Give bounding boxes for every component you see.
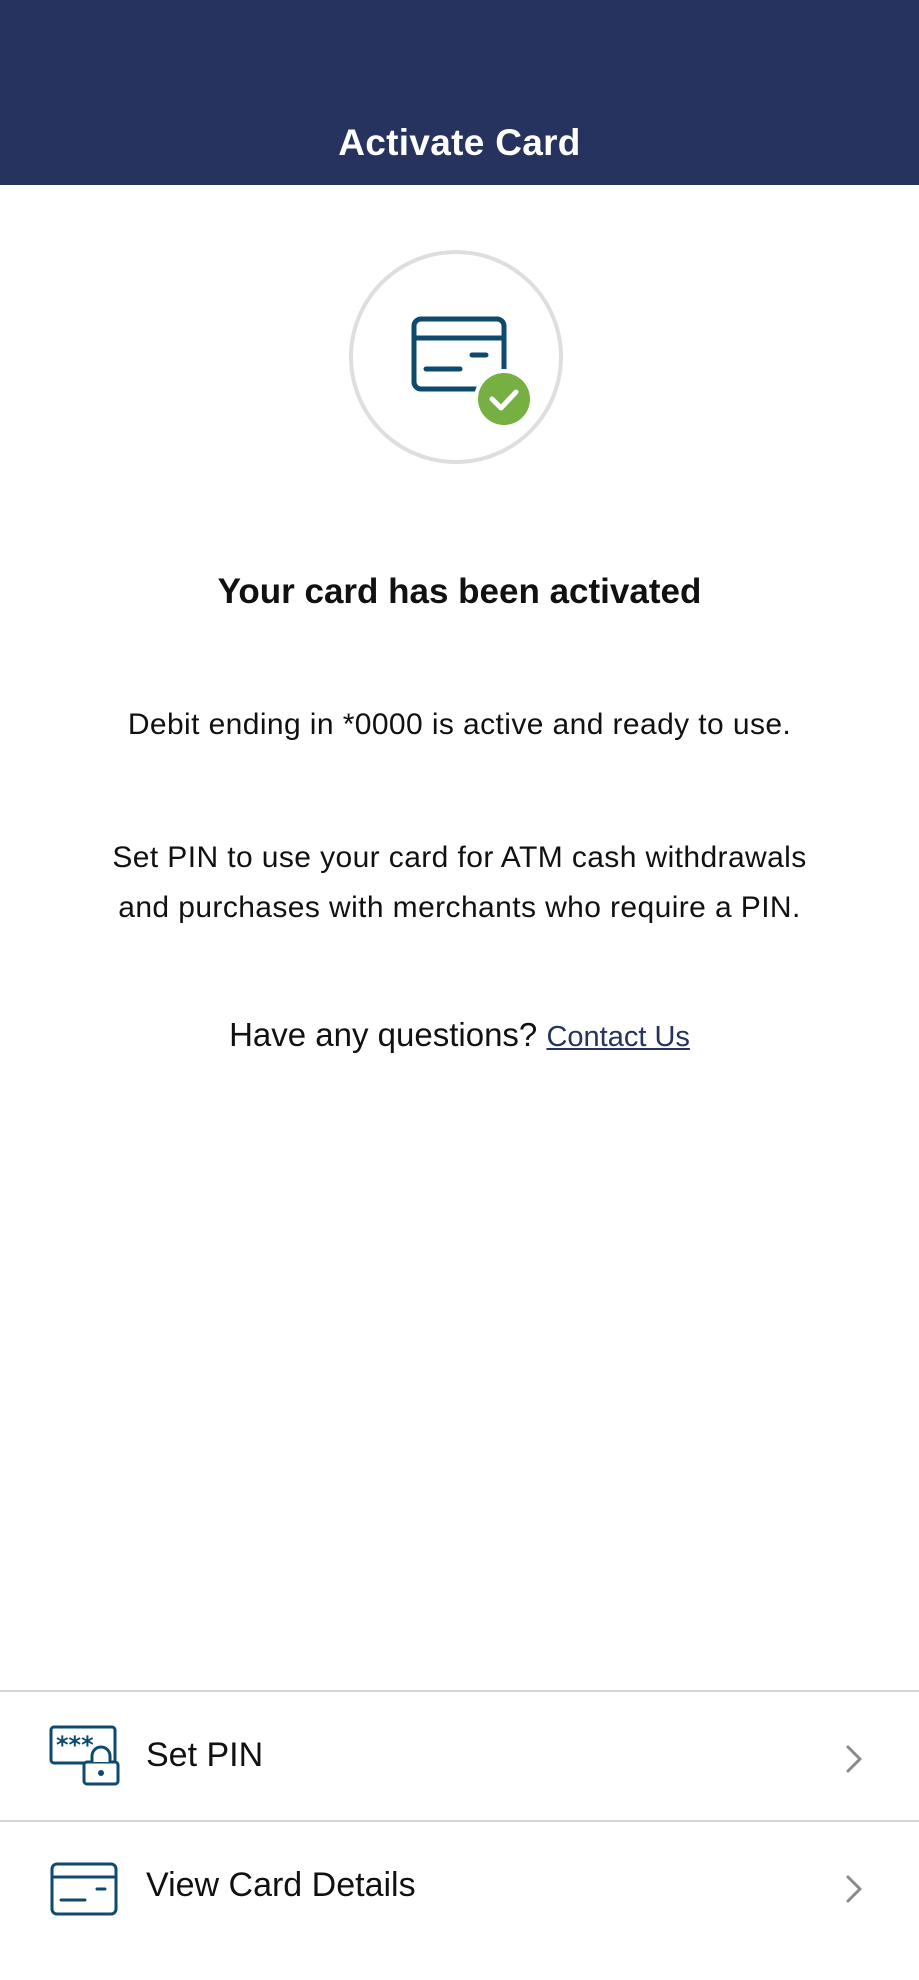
card-activated-illustration [349,250,563,464]
view-card-details-label: View Card Details [146,1866,416,1904]
card-status-text: Debit ending in *0000 is active and read… [127,708,792,741]
pin-lock-icon: *** [49,1725,120,1786]
chevron-right-icon [846,1745,862,1773]
set-pin-message: Set PIN to use your card for ATM cash wi… [40,833,879,933]
card-activated-icon [411,316,534,429]
view-card-details-row[interactable]: View Card Details [0,1820,919,1950]
set-pin-message-line-2: and purchases with merchants who require… [118,891,801,924]
questions-text: Have any questions? [229,1016,538,1053]
card-status-message: Debit ending in *0000 is active and read… [40,700,879,750]
questions-prompt: Have any questions? Contact Us [0,1016,919,1054]
activation-headline: Your card has been activated [217,572,702,611]
card-icon [50,1862,118,1916]
set-pin-label: Set PIN [146,1736,264,1774]
top-app-bar: Activate Card [0,0,919,185]
chevron-right-icon [846,1875,862,1903]
contact-us-link[interactable]: Contact Us [546,1021,689,1053]
set-pin-row[interactable]: *** Set PIN [0,1690,919,1820]
check-icon [474,369,534,429]
set-pin-message-line-1: Set PIN to use your card for ATM cash wi… [112,841,807,874]
page-title: Activate Card [338,122,581,163]
svg-text:***: *** [56,1731,94,1759]
